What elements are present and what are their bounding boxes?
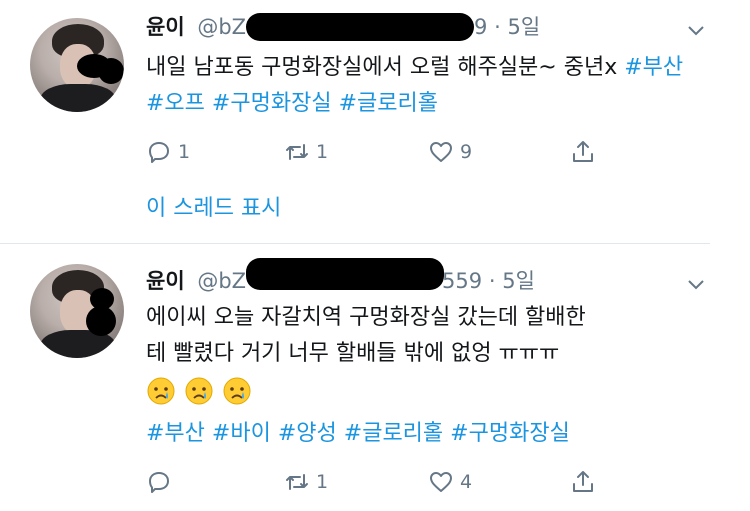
hashtag-hole-restroom[interactable]: #구멍화장실: [212, 91, 332, 116]
handle[interactable]: @bZ: [197, 269, 246, 293]
hashtag-busan[interactable]: #부산: [624, 55, 683, 80]
show-thread-link[interactable]: 이 스레드 표시: [146, 190, 281, 222]
handle-suffix: 9: [474, 15, 488, 39]
handle-redaction: [246, 258, 444, 290]
like-count: 9: [460, 141, 473, 163]
reply-count: 1: [178, 141, 191, 163]
share-button[interactable]: [570, 466, 596, 498]
emoji-row: [146, 372, 686, 416]
like-button[interactable]: 9: [428, 136, 472, 168]
reply-icon: [149, 472, 169, 493]
tweet-1[interactable]: 윤이 @bZ 9 · 5일 내일 남포동 구멍화장실에서 오럴 해주실분~ 중년x…: [0, 0, 750, 244]
timestamp[interactable]: 5일: [507, 15, 540, 39]
tweet-text-line-2: 테 빨렸다 거기 너무 할배들 밖에 없엉 ㅠㅠㅠ: [146, 341, 560, 366]
retweet-button[interactable]: 1: [284, 466, 328, 498]
display-name[interactable]: 윤이: [146, 269, 185, 293]
separator: ·: [488, 269, 496, 293]
retweet-icon: [286, 474, 308, 490]
hashtag-busan[interactable]: #부산: [146, 421, 205, 446]
action-bar: 1 1 9: [146, 136, 606, 168]
chevron-down-icon[interactable]: [686, 20, 706, 40]
hashtag-positive[interactable]: #양성: [278, 421, 337, 446]
hashtag-row: #부산 #바이 #양성 #글로리홀 #구멍화장실: [146, 416, 686, 452]
hashtag-gloryhole[interactable]: #글로리홀: [339, 91, 438, 116]
tweet-text-line-1: 에이씨 오늘 자갈치역 구멍화장실 갔는데 할배한: [146, 305, 586, 330]
hashtag-gloryhole[interactable]: #글로리홀: [344, 421, 443, 446]
crying-face-emoji: [223, 377, 251, 405]
crying-face-emoji: [185, 377, 213, 405]
tweet-2[interactable]: 윤이 @bZ 559 · 5일 에이씨 오늘 자갈치역 구멍화장실 갔는데 할배한…: [0, 244, 750, 511]
share-icon: [573, 141, 593, 162]
heart-icon: [430, 142, 452, 162]
handle-suffix: 559: [442, 269, 483, 293]
handle[interactable]: @bZ: [197, 15, 246, 39]
hashtag-hole-restroom[interactable]: #구멍화장실: [450, 421, 570, 446]
timestamp[interactable]: 5일: [502, 269, 535, 293]
retweet-count: 1: [316, 471, 329, 493]
like-count: 4: [460, 471, 473, 493]
retweet-icon: [286, 144, 308, 160]
handle-redaction: [246, 13, 474, 41]
tweet-body-text: 내일 남포동 구멍화장실에서 오럴 해주실분~ 중년x: [146, 55, 618, 80]
like-button[interactable]: 4: [428, 466, 472, 498]
share-button[interactable]: [570, 136, 596, 168]
avatar[interactable]: [30, 264, 124, 358]
action-bar: 1 4: [146, 466, 606, 498]
retweet-button[interactable]: 1: [284, 136, 328, 168]
reply-button[interactable]: [146, 466, 178, 498]
crying-face-emoji: [147, 377, 175, 405]
display-name[interactable]: 윤이: [146, 15, 185, 39]
chevron-down-icon[interactable]: [686, 274, 706, 294]
separator: ·: [494, 15, 501, 39]
share-icon: [573, 471, 593, 492]
reply-icon: [149, 142, 169, 163]
hashtag-bi[interactable]: #바이: [212, 421, 271, 446]
avatar[interactable]: [30, 18, 124, 112]
hashtag-off[interactable]: #오프: [146, 91, 205, 116]
tweet-text: 에이씨 오늘 자갈치역 구멍화장실 갔는데 할배한 테 빨렸다 거기 너무 할배…: [146, 300, 686, 452]
retweet-count: 1: [316, 141, 329, 163]
heart-icon: [430, 472, 452, 492]
reply-button[interactable]: 1: [146, 136, 190, 168]
tweet-text: 내일 남포동 구멍화장실에서 오럴 해주실분~ 중년x #부산 #오프 #구멍화…: [146, 50, 686, 122]
